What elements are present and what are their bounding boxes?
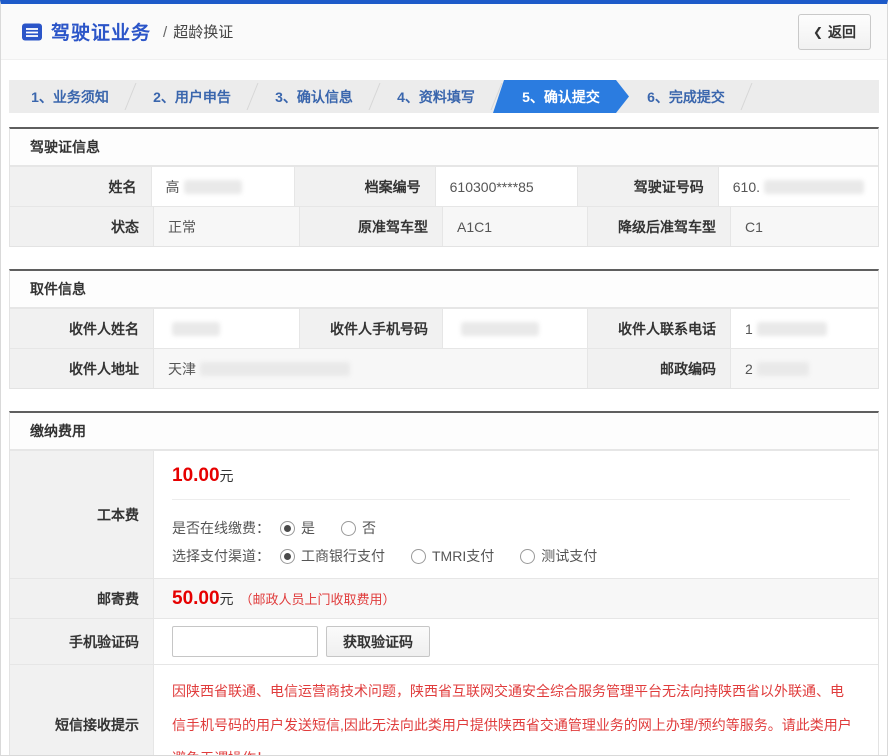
captcha-area: 获取验证码 bbox=[154, 619, 878, 664]
downgraded-class-label: 降级后准驾车型 bbox=[588, 207, 731, 246]
radio-icon bbox=[341, 521, 356, 536]
fee-row: 工本费 10.00元 是否在线缴费： 是 否 bbox=[10, 450, 878, 578]
back-button[interactable]: ❮ 返回 bbox=[798, 14, 871, 50]
fee-amount: 10.00元 bbox=[172, 451, 850, 500]
postage-value-area: 50.00元 （邮政人员上门收取费用） bbox=[154, 579, 878, 618]
breadcrumb-current: 超龄换证 bbox=[173, 24, 233, 41]
sms-notice-row: 短信接收提示 因陕西省联通、电信运营商技术问题，陕西省互联网交通安全综合服务管理… bbox=[10, 664, 878, 756]
header: 驾驶证业务 / 超龄换证 ❮ 返回 bbox=[1, 4, 887, 60]
table-row: 状态 正常 原准驾车型 A1C1 降级后准驾车型 C1 bbox=[10, 206, 878, 246]
postage-amount-unit: 元 bbox=[220, 589, 234, 609]
radio-channel-icbc-label: 工商银行支付 bbox=[301, 546, 385, 566]
redacted-text bbox=[461, 322, 539, 336]
tab-step-4[interactable]: 4、资料填写 bbox=[375, 80, 497, 113]
license-section-title: 驾驶证信息 bbox=[10, 129, 878, 166]
postal-code-label: 邮政编码 bbox=[588, 349, 731, 388]
name-value: 高 bbox=[152, 167, 296, 206]
fee-amount-number: 10.00 bbox=[172, 465, 220, 486]
redacted-text bbox=[184, 180, 242, 194]
postage-label: 邮寄费 bbox=[10, 579, 154, 618]
header-left: 驾驶证业务 / 超龄换证 bbox=[21, 18, 233, 45]
tab-step-1[interactable]: 1、业务须知 bbox=[9, 80, 131, 113]
radio-online-no-label: 否 bbox=[362, 518, 376, 538]
radio-icon bbox=[411, 549, 426, 564]
chevron-left-icon: ❮ bbox=[813, 25, 823, 39]
get-captcha-button[interactable]: 获取验证码 bbox=[326, 626, 430, 657]
captcha-row: 手机验证码 获取验证码 bbox=[10, 618, 878, 664]
license-info-section: 驾驶证信息 姓名 高 档案编号 610300****85 驾驶证号码 610. … bbox=[9, 127, 879, 247]
tab-step-3[interactable]: 3、确认信息 bbox=[253, 80, 375, 113]
recipient-name-label: 收件人姓名 bbox=[10, 309, 154, 348]
recipient-mobile-value bbox=[443, 309, 588, 348]
fee-options: 是否在线缴费： 是 否 选择支付渠道： bbox=[172, 500, 860, 578]
page: 驾驶证业务 / 超龄换证 ❮ 返回 1、业务须知 2、用户申告 3、确认信息 4、… bbox=[0, 0, 888, 756]
tab-step-2[interactable]: 2、用户申告 bbox=[131, 80, 253, 113]
downgraded-class-value: C1 bbox=[731, 207, 878, 246]
redacted-text bbox=[172, 322, 220, 336]
fee-value-area: 10.00元 是否在线缴费： 是 否 bbox=[154, 451, 878, 578]
postal-code-value: 2 bbox=[731, 349, 878, 388]
redacted-text bbox=[764, 180, 864, 194]
radio-icon bbox=[280, 521, 295, 536]
radio-icon bbox=[520, 549, 535, 564]
radio-channel-test[interactable]: 测试支付 bbox=[520, 546, 597, 566]
radio-online-yes[interactable]: 是 bbox=[280, 518, 315, 538]
original-class-label: 原准驾车型 bbox=[300, 207, 443, 246]
channel-caption: 选择支付渠道： bbox=[172, 546, 270, 566]
redacted-text bbox=[200, 362, 350, 376]
tab-step-5-active[interactable]: 5、确认提交 bbox=[493, 80, 629, 113]
fee-label: 工本费 bbox=[10, 451, 154, 578]
file-number-label: 档案编号 bbox=[295, 167, 436, 206]
table-row: 收件人地址 天津 邮政编码 2 bbox=[10, 348, 878, 388]
breadcrumb: / 超龄换证 bbox=[163, 21, 233, 42]
online-pay-option-line: 是否在线缴费： 是 否 bbox=[172, 518, 860, 538]
radio-icon bbox=[280, 549, 295, 564]
captcha-label: 手机验证码 bbox=[10, 619, 154, 664]
license-number-label: 驾驶证号码 bbox=[578, 167, 719, 206]
sms-notice-label: 短信接收提示 bbox=[10, 665, 154, 756]
file-number-value: 610300****85 bbox=[436, 167, 579, 206]
radio-online-no[interactable]: 否 bbox=[341, 518, 376, 538]
tab-step-6[interactable]: 6、完成提交 bbox=[625, 80, 747, 113]
recipient-address-value: 天津 bbox=[154, 349, 588, 388]
breadcrumb-slash: / bbox=[163, 24, 167, 41]
postage-amount-number: 50.00 bbox=[172, 588, 220, 610]
sms-notice-area: 因陕西省联通、电信运营商技术问题，陕西省互联网交通安全综合服务管理平台无法向持陕… bbox=[154, 665, 878, 756]
redacted-text bbox=[757, 322, 827, 336]
redacted-text bbox=[757, 362, 809, 376]
postage-row: 邮寄费 50.00元 （邮政人员上门收取费用） bbox=[10, 578, 878, 618]
channel-option-line: 选择支付渠道： 工商银行支付 TMRI支付 测试支付 bbox=[172, 546, 860, 566]
pickup-section-title: 取件信息 bbox=[10, 271, 878, 308]
name-label: 姓名 bbox=[10, 167, 152, 206]
recipient-mobile-label: 收件人手机号码 bbox=[300, 309, 443, 348]
captcha-input[interactable] bbox=[172, 626, 318, 657]
radio-channel-tmri[interactable]: TMRI支付 bbox=[411, 546, 494, 566]
recipient-phone-label: 收件人联系电话 bbox=[588, 309, 731, 348]
online-pay-caption: 是否在线缴费： bbox=[172, 518, 270, 538]
table-row: 收件人姓名 收件人手机号码 收件人联系电话 1 bbox=[10, 308, 878, 348]
payment-section-title: 缴纳费用 bbox=[10, 413, 878, 450]
license-number-value: 610. bbox=[719, 167, 878, 206]
radio-online-yes-label: 是 bbox=[301, 518, 315, 538]
original-class-value: A1C1 bbox=[443, 207, 588, 246]
recipient-phone-value: 1 bbox=[731, 309, 878, 348]
recipient-name-value bbox=[154, 309, 300, 348]
radio-channel-test-label: 测试支付 bbox=[541, 546, 597, 566]
radio-channel-icbc[interactable]: 工商银行支付 bbox=[280, 546, 385, 566]
radio-channel-tmri-label: TMRI支付 bbox=[432, 546, 494, 566]
list-icon bbox=[21, 21, 43, 43]
status-label: 状态 bbox=[10, 207, 154, 246]
pickup-info-section: 取件信息 收件人姓名 收件人手机号码 收件人联系电话 1 收件人地址 天津 邮政… bbox=[9, 269, 879, 389]
postage-note: （邮政人员上门收取费用） bbox=[240, 589, 396, 608]
status-value: 正常 bbox=[154, 207, 300, 246]
tabbar-filler bbox=[747, 80, 879, 113]
fee-amount-unit: 元 bbox=[220, 468, 234, 484]
page-title: 驾驶证业务 bbox=[51, 18, 151, 45]
payment-section: 缴纳费用 工本费 10.00元 是否在线缴费： 是 bbox=[9, 411, 879, 756]
sms-notice-text: 因陕西省联通、电信运营商技术问题，陕西省互联网交通安全综合服务管理平台无法向持陕… bbox=[172, 665, 860, 756]
step-tabbar: 1、业务须知 2、用户申告 3、确认信息 4、资料填写 5、确认提交 6、完成提… bbox=[9, 80, 879, 113]
recipient-address-label: 收件人地址 bbox=[10, 349, 154, 388]
back-button-label: 返回 bbox=[828, 22, 856, 42]
table-row: 姓名 高 档案编号 610300****85 驾驶证号码 610. bbox=[10, 166, 878, 206]
